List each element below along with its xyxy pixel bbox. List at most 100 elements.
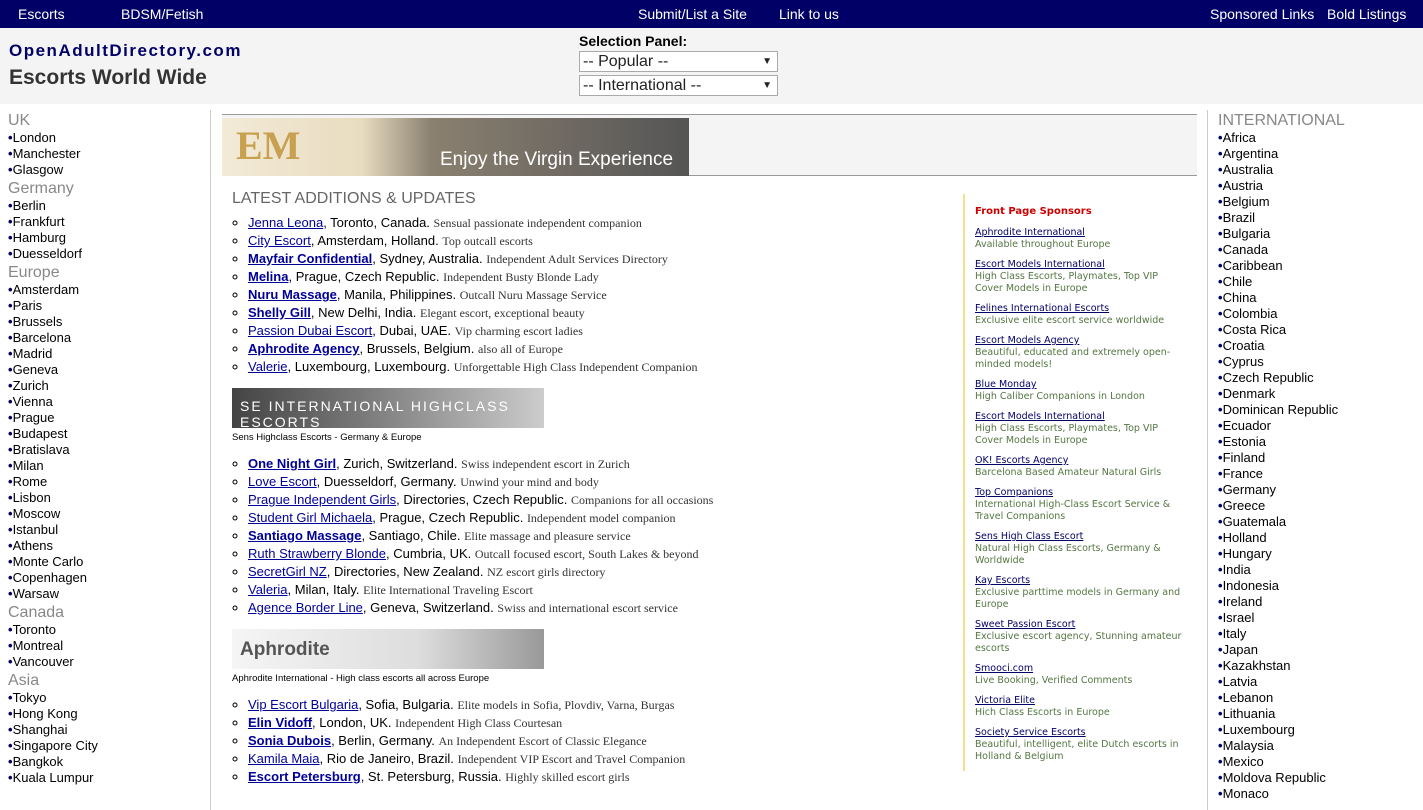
listing-link[interactable]: Escort Petersburg (248, 769, 361, 784)
country-link[interactable]: Africa (1218, 130, 1423, 146)
sponsor-link[interactable]: Escort Models International (975, 259, 1105, 270)
city-link[interactable]: Moscow (8, 506, 210, 522)
city-link[interactable]: Kuala Lumpur (8, 770, 210, 786)
city-link[interactable]: Vienna (8, 394, 210, 410)
city-link[interactable]: Monte Carlo (8, 554, 210, 570)
listing-link[interactable]: Sonia Dubois (248, 733, 331, 748)
country-link[interactable]: Lebanon (1218, 690, 1423, 706)
site-logo[interactable]: OpenAdultDirectory.com (9, 41, 242, 61)
city-link[interactable]: Lisbon (8, 490, 210, 506)
city-link[interactable]: Glasgow (8, 162, 210, 178)
country-link[interactable]: Dominican Republic (1218, 402, 1423, 418)
country-link[interactable]: India (1218, 562, 1423, 578)
sponsor-link[interactable]: Escort Models Agency (975, 335, 1079, 346)
city-link[interactable]: Barcelona (8, 330, 210, 346)
listing-link[interactable]: City Escort (248, 233, 311, 248)
country-link[interactable]: Belgium (1218, 194, 1423, 210)
sponsor-link[interactable]: Sens High Class Escort (975, 531, 1083, 542)
listing-link[interactable]: Nuru Massage (248, 287, 337, 302)
country-link[interactable]: Chile (1218, 274, 1423, 290)
country-link[interactable]: Argentina (1218, 146, 1423, 162)
country-link[interactable]: Italy (1218, 626, 1423, 642)
listing-link[interactable]: SecretGirl NZ (248, 564, 327, 579)
country-link[interactable]: China (1218, 290, 1423, 306)
listing-link[interactable]: Love Escort (248, 474, 317, 489)
country-link[interactable]: Austria (1218, 178, 1423, 194)
listing-link[interactable]: Ruth Strawberry Blonde (248, 546, 386, 561)
country-link[interactable]: Cyprus (1218, 354, 1423, 370)
country-link[interactable]: Hungary (1218, 546, 1423, 562)
sponsor-link[interactable]: Smooci.com (975, 663, 1033, 674)
sponsor-link[interactable]: Sweet Passion Escort (975, 619, 1075, 630)
city-link[interactable]: Frankfurt (8, 214, 210, 230)
nav-bold-listings[interactable]: Bold Listings (1327, 6, 1406, 22)
listing-link[interactable]: Santiago Massage (248, 528, 361, 543)
city-link[interactable]: Rome (8, 474, 210, 490)
city-link[interactable]: Warsaw (8, 586, 210, 602)
city-link[interactable]: Montreal (8, 638, 210, 654)
city-link[interactable]: Shanghai (8, 722, 210, 738)
listing-link[interactable]: Melina (248, 269, 288, 284)
city-link[interactable]: Geneva (8, 362, 210, 378)
sponsor-link[interactable]: Escort Models International (975, 411, 1105, 422)
country-link[interactable]: Germany (1218, 482, 1423, 498)
listing-link[interactable]: Mayfair Confidential (248, 251, 372, 266)
country-link[interactable]: Holland (1218, 530, 1423, 546)
country-link[interactable]: Estonia (1218, 434, 1423, 450)
country-link[interactable]: Colombia (1218, 306, 1423, 322)
city-link[interactable]: Madrid (8, 346, 210, 362)
listing-link[interactable]: Kamila Maia (248, 751, 320, 766)
country-link[interactable]: Greece (1218, 498, 1423, 514)
nav-link-to-us[interactable]: Link to us (779, 6, 839, 22)
city-link[interactable]: Bratislava (8, 442, 210, 458)
listing-link[interactable]: Vip Escort Bulgaria (248, 697, 358, 712)
international-select[interactable]: -- International -- ▼ (579, 75, 778, 96)
listing-link[interactable]: Agence Border Line (248, 600, 363, 615)
sponsor-link[interactable]: Kay Escorts (975, 575, 1030, 586)
sponsor-link[interactable]: Aphrodite International (975, 227, 1085, 238)
country-link[interactable]: Moldova Republic (1218, 770, 1423, 786)
sens-ad-banner[interactable]: SE INTERNATIONAL HIGHCLASS ESCORTS (232, 388, 544, 430)
country-link[interactable]: France (1218, 466, 1423, 482)
country-link[interactable]: Latvia (1218, 674, 1423, 690)
country-link[interactable]: Kazakhstan (1218, 658, 1423, 674)
city-link[interactable]: Vancouver (8, 654, 210, 670)
country-link[interactable]: Ecuador (1218, 418, 1423, 434)
city-link[interactable]: Paris (8, 298, 210, 314)
country-link[interactable]: Monaco (1218, 786, 1423, 802)
city-link[interactable]: Prague (8, 410, 210, 426)
listing-link[interactable]: Student Girl Michaela (248, 510, 372, 525)
city-link[interactable]: Brussels (8, 314, 210, 330)
country-link[interactable]: Mexico (1218, 754, 1423, 770)
country-link[interactable]: Czech Republic (1218, 370, 1423, 386)
sponsor-link[interactable]: Felines International Escorts (975, 303, 1109, 314)
country-link[interactable]: Denmark (1218, 386, 1423, 402)
city-link[interactable]: Istanbul (8, 522, 210, 538)
city-link[interactable]: Amsterdam (8, 282, 210, 298)
city-link[interactable]: Singapore City (8, 738, 210, 754)
city-link[interactable]: Tokyo (8, 690, 210, 706)
listing-link[interactable]: Jenna Leona (248, 215, 323, 230)
city-link[interactable]: London (8, 130, 210, 146)
listing-link[interactable]: Passion Dubai Escort (248, 323, 372, 338)
sponsor-link[interactable]: OK! Escorts Agency (975, 455, 1068, 466)
country-link[interactable]: Indonesia (1218, 578, 1423, 594)
city-link[interactable]: Toronto (8, 622, 210, 638)
listing-link[interactable]: Aphrodite Agency (248, 341, 359, 356)
country-link[interactable]: Lithuania (1218, 706, 1423, 722)
aphrodite-ad-banner[interactable]: Aphrodite (232, 629, 544, 669)
country-link[interactable]: Guatemala (1218, 514, 1423, 530)
nav-bdsm[interactable]: BDSM/Fetish (121, 6, 203, 22)
nav-submit[interactable]: Submit/List a Site (638, 6, 747, 22)
popular-select[interactable]: -- Popular -- ▼ (579, 51, 778, 72)
country-link[interactable]: Australia (1218, 162, 1423, 178)
country-link[interactable]: Israel (1218, 610, 1423, 626)
listing-link[interactable]: One Night Girl (248, 456, 336, 471)
city-link[interactable]: Hong Kong (8, 706, 210, 722)
listing-link[interactable]: Elin Vidoff (248, 715, 312, 730)
country-link[interactable]: Croatia (1218, 338, 1423, 354)
sponsor-link[interactable]: Top Companions (975, 487, 1053, 498)
country-link[interactable]: Finland (1218, 450, 1423, 466)
city-link[interactable]: Milan (8, 458, 210, 474)
listing-link[interactable]: Prague Independent Girls (248, 492, 396, 507)
